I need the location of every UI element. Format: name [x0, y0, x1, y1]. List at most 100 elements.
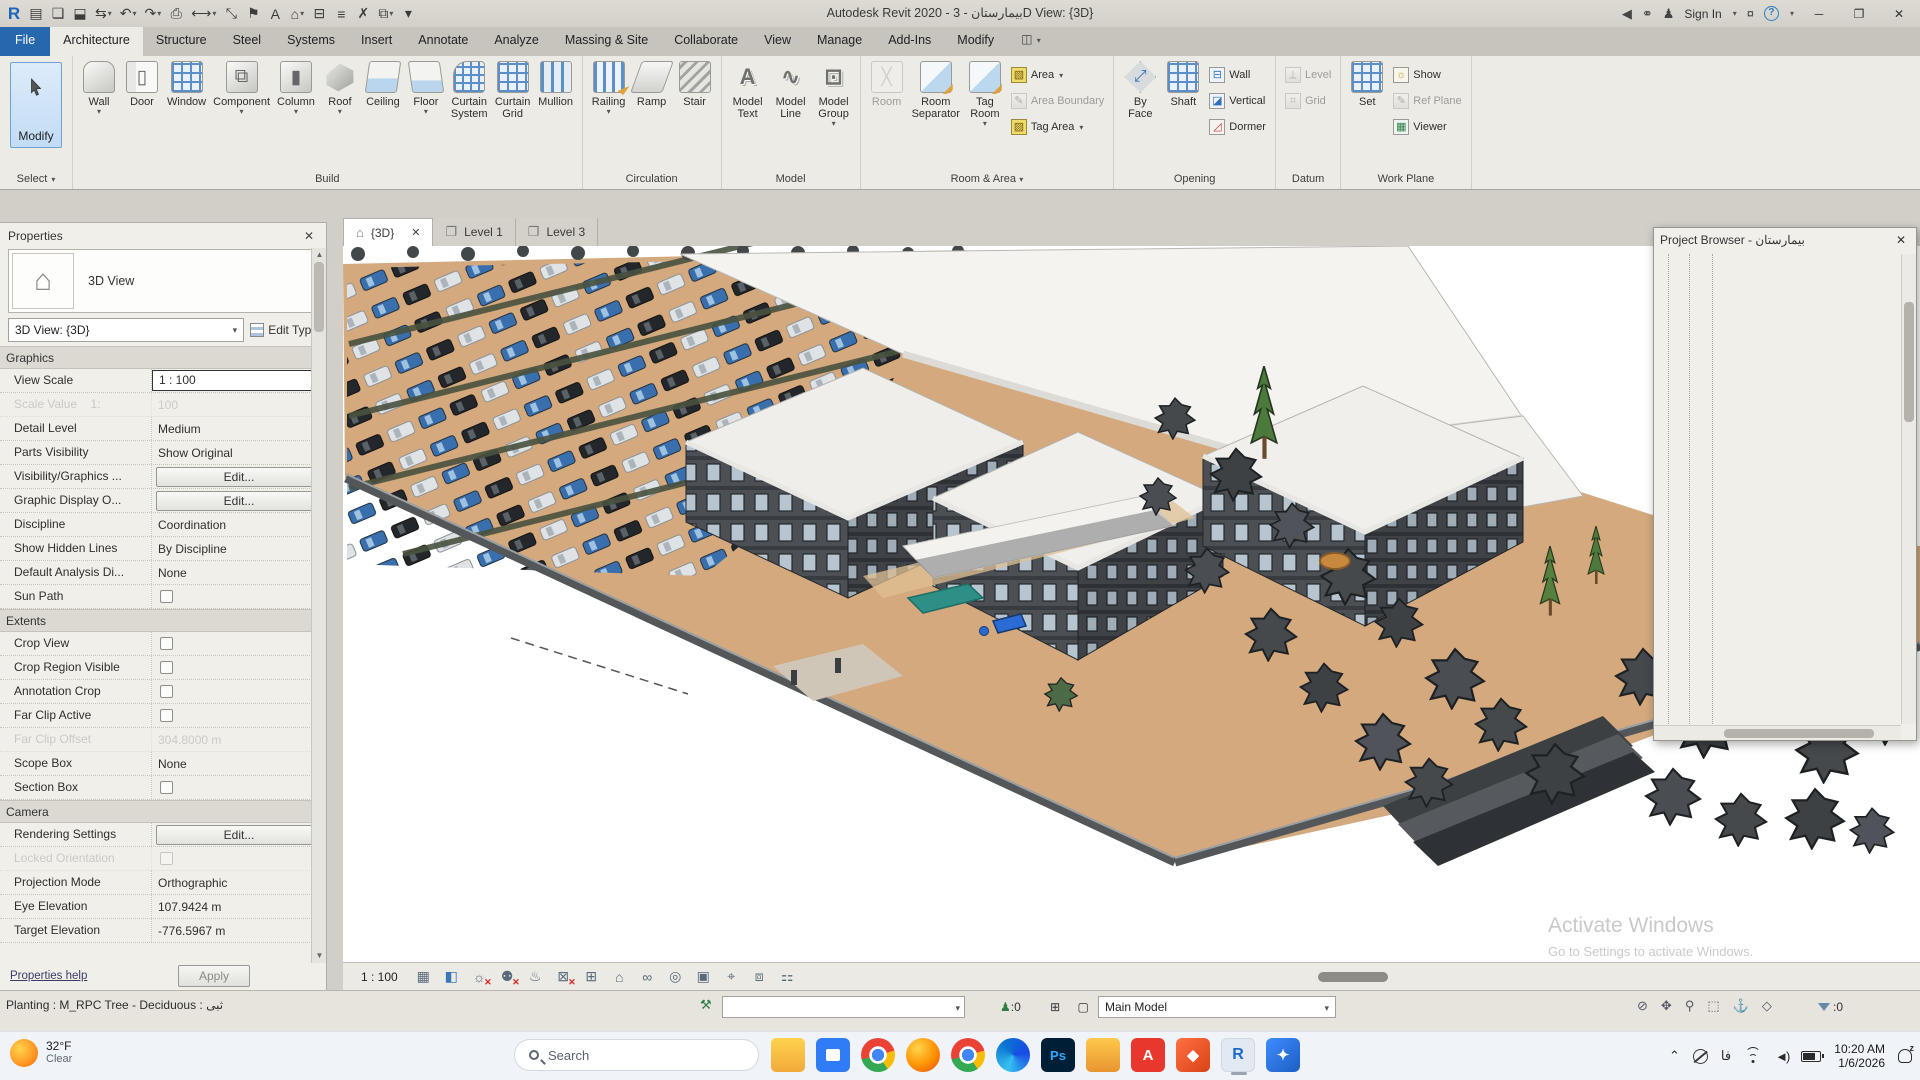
ribbon-tab-manage[interactable]: Manage	[804, 27, 875, 56]
firefox-icon[interactable]	[906, 1038, 940, 1072]
undo-icon[interactable]: ↶▾	[117, 3, 140, 25]
room-separator-button[interactable]: RoomSeparator	[909, 59, 963, 163]
view-tab-3d[interactable]: ⌂{3D}✕	[343, 218, 433, 246]
selection-filter[interactable]: :0	[1818, 1000, 1843, 1014]
active-workset-combobox[interactable]: ▾	[722, 996, 965, 1018]
property-row-locked-orientation[interactable]: Locked Orientation	[0, 847, 326, 871]
property-row-discipline[interactable]: DisciplineCoordination	[0, 513, 326, 537]
shadows-icon[interactable]: ⚉	[498, 967, 517, 986]
property-row-eye-elevation[interactable]: Eye Elevation107.9424 m	[0, 895, 326, 919]
railing-button[interactable]: Railing▾	[588, 59, 630, 163]
photoshop-icon[interactable]: Ps	[1041, 1038, 1075, 1072]
weather-widget[interactable]: 32°F Clear	[10, 1039, 72, 1067]
curtain-grid-button[interactable]: CurtainGrid	[492, 59, 534, 163]
vertical-button[interactable]: ◪Vertical	[1209, 89, 1266, 113]
close-inactive-views-icon[interactable]: ✗	[353, 3, 373, 25]
select-panel-label[interactable]: Select ▾	[0, 170, 72, 189]
model-line-button[interactable]: ∿ModelLine	[770, 59, 812, 163]
print-icon[interactable]: ⎙	[166, 3, 186, 25]
property-row-visibility-graphics[interactable]: Visibility/Graphics ...Edit...	[0, 465, 326, 489]
temporary-hide-isolate-icon[interactable]: ∞	[638, 967, 657, 986]
default-3d-view-icon[interactable]: ⌂▾	[287, 3, 307, 25]
volume-icon[interactable]: ◄)	[1775, 1049, 1788, 1064]
ribbon-tab-collaborate[interactable]: Collaborate	[661, 27, 751, 56]
checkbox[interactable]	[160, 709, 173, 722]
property-value[interactable]: Orthographic	[152, 876, 326, 890]
scale-button[interactable]: 1 : 100	[355, 968, 404, 986]
temporary-view-properties-icon[interactable]: ▣	[694, 967, 713, 986]
close-view-icon[interactable]: ✕	[411, 226, 420, 239]
reveal-hidden-icon[interactable]: ◎	[666, 967, 685, 986]
tag-area-button[interactable]: ▨Tag Area▾	[1011, 115, 1104, 139]
view-tab-level-3[interactable]: ❐Level 3	[516, 218, 598, 246]
detail-level-icon[interactable]: ◧	[442, 967, 461, 986]
property-value[interactable]: 304.8000 m	[152, 733, 326, 747]
show-crop-icon[interactable]: ⊞	[582, 967, 601, 986]
property-row-crop-region-visible[interactable]: Crop Region Visible	[0, 656, 326, 680]
ribbon-tab-annotate[interactable]: Annotate	[405, 27, 481, 56]
viewer-button[interactable]: ▦Viewer	[1393, 115, 1461, 139]
wall-button[interactable]: ⊟Wall	[1209, 63, 1266, 87]
thin-lines-icon[interactable]: ≡	[331, 3, 351, 25]
sign-in-dropdown-icon[interactable]: ▾	[1733, 9, 1737, 18]
ribbon-tab-file[interactable]: File	[0, 27, 50, 56]
horizontal-scrollbar-thumb[interactable]	[1318, 972, 1388, 982]
property-value[interactable]: 107.9424 m	[152, 900, 326, 914]
documents-folder-icon[interactable]	[1086, 1038, 1120, 1072]
property-value[interactable]: None	[152, 757, 326, 771]
design-option-combobox[interactable]: Main Model▾	[1098, 996, 1336, 1018]
panel-label-work-plane[interactable]: Work Plane	[1341, 170, 1470, 189]
checkbox[interactable]	[160, 661, 173, 674]
checkbox[interactable]	[160, 685, 173, 698]
sign-in-button[interactable]: Sign In	[1684, 7, 1721, 21]
property-row-detail-level[interactable]: Detail LevelMedium	[0, 417, 326, 441]
design-options-grid-icon[interactable]: ⊞	[1047, 1000, 1060, 1014]
property-row-section-box[interactable]: Section Box	[0, 776, 326, 800]
sun-path-icon[interactable]: ☼	[470, 967, 489, 986]
help-icon[interactable]: ?	[1764, 6, 1779, 21]
ribbon-tab-steel[interactable]: Steel	[220, 27, 275, 56]
sync-icon[interactable]: ⇆▾	[92, 3, 115, 25]
stair-button[interactable]: Stair	[674, 59, 716, 163]
do-not-disturb-icon[interactable]	[1693, 1049, 1708, 1064]
press-drag-icon[interactable]: ✥	[1661, 998, 1672, 1014]
model-group-button[interactable]: ⊡ModelGroup▾	[813, 59, 855, 163]
select-pinned-icon[interactable]: ⚓	[1733, 998, 1749, 1014]
ribbon-tab-massing-site[interactable]: Massing & Site	[552, 27, 661, 56]
properties-help-link[interactable]: Properties help	[10, 970, 87, 982]
tag-room-button[interactable]: TagRoom▾	[964, 59, 1006, 163]
user-icon[interactable]: ♟	[1663, 6, 1675, 22]
property-row-annotation-crop[interactable]: Annotation Crop	[0, 680, 326, 704]
modify-button[interactable]: Modify	[10, 62, 62, 148]
set-button[interactable]: Set	[1346, 59, 1388, 163]
open-icon[interactable]: ❏	[48, 3, 68, 25]
roof-button[interactable]: Roof▾	[319, 59, 361, 163]
chrome-icon[interactable]	[861, 1038, 895, 1072]
orange-app-icon[interactable]: ◆	[1176, 1038, 1210, 1072]
render-icon[interactable]: ♨	[526, 967, 545, 986]
section-header-camera[interactable]: Camera⌃	[0, 800, 326, 823]
ramp-button[interactable]: Ramp	[631, 59, 673, 163]
checkbox[interactable]	[160, 637, 173, 650]
highlight-displacement-icon[interactable]: ⧈	[750, 967, 769, 986]
help-dropdown-icon[interactable]: ▾	[1790, 9, 1794, 18]
property-value-input[interactable]: 1 : 100	[152, 370, 323, 391]
section-icon[interactable]: ⊟	[309, 3, 329, 25]
edit-button[interactable]: Edit...	[156, 491, 322, 511]
door-button[interactable]: ▯Door	[121, 59, 163, 163]
tag-icon[interactable]: ⚑	[243, 3, 263, 25]
panel-label-datum[interactable]: Datum	[1276, 170, 1340, 189]
property-value[interactable]: None	[152, 566, 326, 580]
wall-button[interactable]: Wall▾	[78, 59, 120, 163]
project-browser-vscrollbar[interactable]	[1901, 254, 1916, 724]
save-icon[interactable]: ⬓	[70, 3, 90, 25]
column-button[interactable]: ▮Column▾	[274, 59, 318, 163]
project-browser-close-icon[interactable]: ✕	[1892, 233, 1910, 247]
acrobat-icon[interactable]: A	[1131, 1038, 1165, 1072]
property-row-crop-view[interactable]: Crop View	[0, 632, 326, 656]
property-row-target-elevation[interactable]: Target Elevation-776.5967 m	[0, 919, 326, 943]
revit-icon[interactable]: R	[1221, 1038, 1255, 1072]
dormer-button[interactable]: ◿Dormer	[1209, 115, 1266, 139]
property-value[interactable]: 100	[152, 398, 326, 412]
property-row-rendering-settings[interactable]: Rendering SettingsEdit...	[0, 823, 326, 847]
